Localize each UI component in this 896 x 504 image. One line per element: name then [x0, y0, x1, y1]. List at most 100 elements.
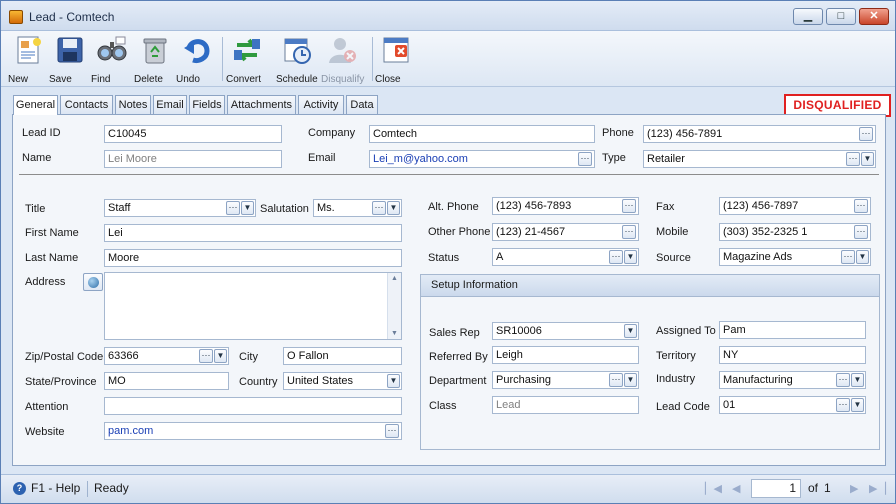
new-icon — [17, 36, 41, 64]
referred-by-field[interactable]: Leigh — [492, 346, 639, 364]
chevron-down-icon[interactable]: ▼ — [387, 374, 400, 388]
salutation-lookup-button[interactable]: ··· — [372, 201, 386, 215]
last-name-field[interactable]: Moore — [104, 249, 402, 267]
department-select[interactable]: Purchasing ··· ▼ — [492, 371, 639, 389]
city-field[interactable]: O Fallon — [283, 347, 402, 365]
city-label: City — [239, 351, 258, 363]
address-scrollbar[interactable]: ▲ ▼ — [387, 273, 401, 339]
new-button[interactable]: New — [8, 33, 50, 85]
status-lookup-button[interactable]: ··· — [609, 250, 623, 264]
title-select[interactable]: Staff ··· ▼ — [104, 199, 256, 217]
help-label[interactable]: F1 - Help — [31, 481, 80, 495]
convert-icon — [234, 38, 260, 62]
website-lookup-button[interactable]: ··· — [385, 424, 399, 438]
attention-field[interactable] — [104, 397, 402, 415]
state-label: State/Province — [25, 376, 97, 388]
fax-field[interactable]: (123) 456-7897 ··· — [719, 197, 871, 215]
industry-lookup-button[interactable]: ··· — [836, 373, 850, 387]
convert-button[interactable]: Convert — [226, 33, 268, 85]
find-button[interactable]: Find — [91, 33, 133, 85]
email-label: Email — [308, 152, 336, 164]
lead-code-select[interactable]: 01 ··· ▼ — [719, 396, 866, 414]
previous-page-icon[interactable]: ◀ — [732, 482, 740, 495]
state-field[interactable]: MO — [104, 372, 229, 390]
schedule-button[interactable]: Schedule — [276, 33, 318, 85]
zip-field[interactable]: 63366 ··· ▼ — [104, 347, 229, 365]
salutation-select[interactable]: Ms. ··· ▼ — [313, 199, 402, 217]
globe-icon[interactable] — [83, 273, 103, 291]
title-lookup-button[interactable]: ··· — [226, 201, 240, 215]
alt-phone-field[interactable]: (123) 456-7893 ··· — [492, 197, 639, 215]
type-select[interactable]: Retailer ··· ▼ — [643, 150, 876, 168]
chevron-down-icon[interactable]: ▼ — [861, 152, 874, 166]
class-field[interactable]: Lead — [492, 396, 639, 414]
tab-activity[interactable]: Activity — [298, 95, 344, 114]
email-lookup-button[interactable]: ··· — [578, 152, 592, 166]
chevron-down-icon[interactable]: ▼ — [624, 250, 637, 264]
tab-fields[interactable]: Fields — [189, 95, 225, 114]
chevron-down-icon[interactable]: ▼ — [624, 324, 637, 338]
status-separator — [87, 481, 88, 497]
phone-field[interactable]: (123) 456-7891 ··· — [643, 125, 876, 143]
page-number-input[interactable]: 1 — [751, 479, 801, 498]
department-lookup-button[interactable]: ··· — [609, 373, 623, 387]
other-phone-field[interactable]: (123) 21-4567 ··· — [492, 223, 639, 241]
disqualify-icon — [329, 38, 356, 63]
tab-email[interactable]: Email — [153, 95, 187, 114]
next-page-icon[interactable]: ▶ — [850, 482, 858, 495]
mobile-field[interactable]: (303) 352-2325 1 ··· — [719, 223, 871, 241]
assigned-to-field[interactable]: Pam — [719, 321, 866, 339]
zip-lookup-button[interactable]: ··· — [199, 349, 213, 363]
minimize-button[interactable]: ▁ — [793, 8, 823, 25]
sales-rep-select[interactable]: SR10006 ▼ — [492, 322, 639, 340]
undo-button[interactable]: Undo — [176, 33, 218, 85]
source-lookup-button[interactable]: ··· — [841, 250, 855, 264]
close-window-button[interactable]: ✕ — [859, 8, 889, 25]
lead-id-field[interactable]: C10045 — [104, 125, 282, 143]
fax-lookup-button[interactable]: ··· — [854, 199, 868, 213]
alt-phone-label: Alt. Phone — [428, 201, 479, 213]
phone-lookup-button[interactable]: ··· — [859, 127, 873, 141]
country-select[interactable]: United States ▼ — [283, 372, 402, 390]
industry-select[interactable]: Manufacturing ··· ▼ — [719, 371, 866, 389]
close-button[interactable]: Close — [375, 33, 417, 85]
last-page-icon[interactable]: ▶▕ — [869, 482, 886, 495]
other-phone-lookup-button[interactable]: ··· — [622, 225, 636, 239]
name-field[interactable]: Lei Moore — [104, 150, 282, 168]
chevron-down-icon[interactable]: ▼ — [624, 373, 637, 387]
mobile-lookup-button[interactable]: ··· — [854, 225, 868, 239]
tab-contacts[interactable]: Contacts — [60, 95, 113, 114]
first-page-icon[interactable]: ▏◀ — [705, 482, 722, 495]
tab-data[interactable]: Data — [346, 95, 378, 114]
chevron-down-icon[interactable]: ▼ — [851, 373, 864, 387]
name-label: Name — [22, 152, 52, 164]
territory-field[interactable]: NY — [719, 346, 866, 364]
first-name-field[interactable]: Lei — [104, 224, 402, 242]
email-field[interactable]: Lei_m@yahoo.com ··· — [369, 150, 595, 168]
chevron-down-icon[interactable]: ▼ — [241, 201, 254, 215]
save-button[interactable]: Save — [49, 33, 91, 85]
chevron-down-icon[interactable]: ▼ — [856, 250, 869, 264]
tab-attachments[interactable]: Attachments — [227, 95, 296, 114]
chevron-down-icon[interactable]: ▼ — [387, 201, 400, 215]
total-pages: 1 — [824, 481, 831, 495]
help-icon[interactable]: ? — [13, 482, 26, 495]
tab-general[interactable]: General — [13, 95, 58, 115]
status-select[interactable]: A ··· ▼ — [492, 248, 639, 266]
alt-phone-lookup-button[interactable]: ··· — [622, 199, 636, 213]
disqualify-button[interactable]: Disqualify — [321, 33, 364, 85]
type-lookup-button[interactable]: ··· — [846, 152, 860, 166]
chevron-down-icon[interactable]: ▼ — [851, 398, 864, 412]
delete-button[interactable]: Delete — [134, 33, 176, 85]
chevron-down-icon[interactable]: ▼ — [214, 349, 227, 363]
maximize-button[interactable]: □ — [826, 8, 856, 25]
address-textarea[interactable]: ▲ ▼ — [104, 272, 402, 340]
status-text: Ready — [94, 481, 129, 495]
website-field[interactable]: pam.com ··· — [104, 422, 402, 440]
company-field[interactable]: Comtech — [369, 125, 595, 143]
first-name-label: First Name — [25, 227, 79, 239]
lead-code-lookup-button[interactable]: ··· — [836, 398, 850, 412]
class-label: Class — [429, 400, 457, 412]
tab-notes[interactable]: Notes — [115, 95, 151, 114]
source-select[interactable]: Magazine Ads ··· ▼ — [719, 248, 871, 266]
